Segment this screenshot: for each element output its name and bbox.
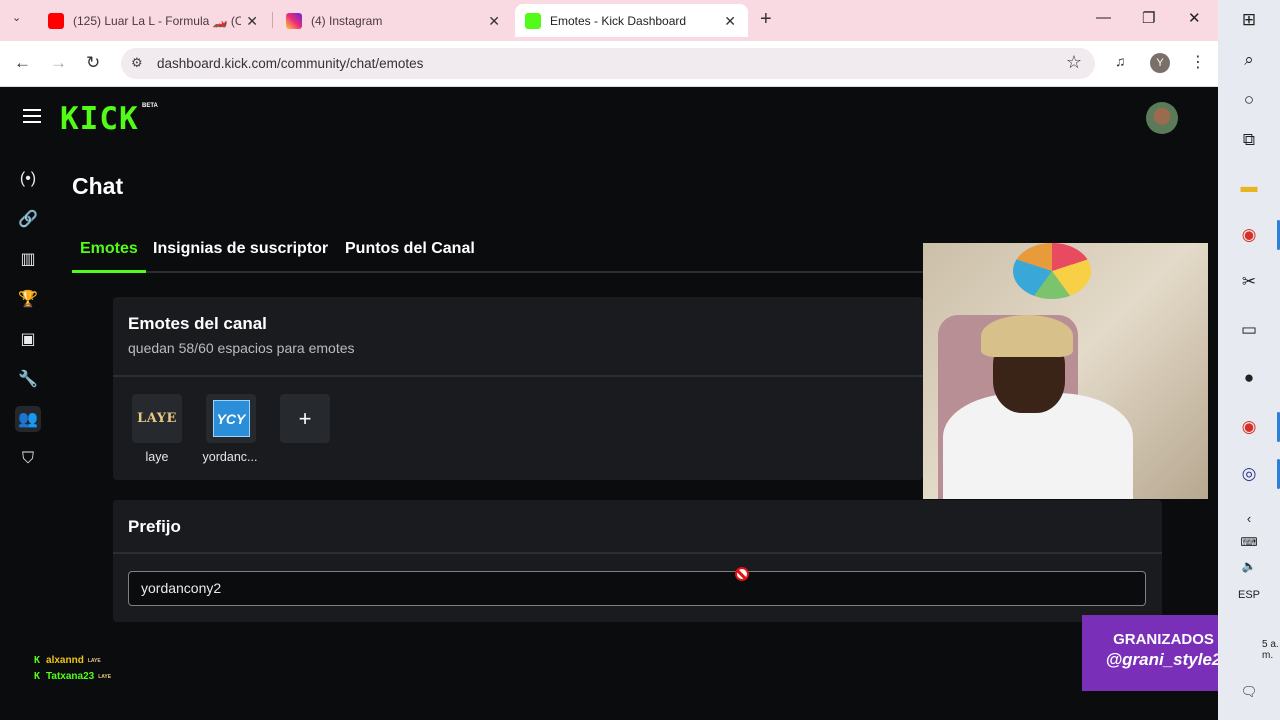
window-app-icon[interactable]: ▭ [1237, 318, 1261, 342]
video-icon[interactable]: ▣ [15, 326, 41, 352]
new-tab-button[interactable]: + [760, 8, 772, 31]
chrome-profile-icon[interactable]: ◉ [1237, 415, 1261, 439]
tab-title: Emotes - Kick Dashboard [550, 13, 687, 28]
notifications-icon[interactable]: 🗨 [1237, 680, 1261, 704]
browser-menu-icon[interactable]: ⋮ [1190, 52, 1206, 72]
chat-badge: LAYE [87, 657, 101, 664]
person-cap [981, 315, 1073, 357]
kick-favicon-icon [525, 12, 541, 29]
active-tab-indicator [72, 270, 146, 273]
tab-channel-points[interactable]: Puntos del Canal [345, 240, 475, 258]
close-window-button[interactable]: ✕ [1188, 9, 1201, 27]
prize-wheel [1013, 243, 1091, 299]
moderation-icon[interactable]: ⛉ [15, 446, 41, 472]
emotes-card-title: Emotes del canal [128, 314, 267, 333]
community-icon[interactable]: 👥 [15, 406, 41, 432]
chevron-left-icon[interactable]: ‹ [1237, 506, 1261, 530]
close-tab-icon[interactable]: ✕ [724, 13, 736, 30]
prefix-title: Prefijo [128, 517, 181, 536]
channel-emotes-card: Emotes del canal quedan 58/60 espacios p… [113, 297, 923, 480]
prefix-input[interactable]: yordancony2 [128, 571, 1146, 606]
chat-message: K Tatxana23 LAYE [34, 671, 111, 682]
not-allowed-cursor-icon [735, 567, 749, 581]
back-button[interactable]: ← [14, 53, 31, 73]
card-divider [113, 375, 923, 377]
clock[interactable]: 5 a. m. [1262, 639, 1280, 661]
app-circle-icon[interactable]: ◎ [1237, 462, 1261, 486]
tab-instagram[interactable]: (4) Instagram ✕ [276, 4, 512, 37]
tab-youtube[interactable]: (125) Luar La L - Formula 🏎️ (C ✕ [38, 4, 270, 37]
plus-icon: + [298, 405, 312, 431]
tab-title: (125) Luar La L - Formula 🏎️ (C [73, 13, 241, 28]
search-icon[interactable]: ⌕ [1237, 48, 1261, 72]
tab-kick-dashboard[interactable]: Emotes - Kick Dashboard ✕ [515, 4, 748, 37]
tab-subscriber-badges[interactable]: Insignias de suscriptor [153, 240, 328, 258]
add-emote-button[interactable]: + [280, 394, 330, 443]
close-tab-icon[interactable]: ✕ [246, 13, 258, 30]
card-divider [113, 552, 1162, 554]
cortana-icon[interactable]: ○ [1237, 88, 1261, 112]
profile-avatar[interactable]: Y [1150, 53, 1170, 73]
browser-tab-strip: ⌄ (125) Luar La L - Formula 🏎️ (C ✕ (4) … [0, 0, 1218, 41]
windows-taskbar: ⊞ ⌕ ○ ⧉ ▬ ◉ ✂ ▭ ● ◉ ◎ ‹ ⌨ 🔈 ESP 5 a. m. … [1218, 0, 1280, 720]
trophy-icon[interactable]: 🏆 [15, 286, 41, 312]
language-indicator[interactable]: ESP [1238, 589, 1260, 601]
chrome-icon[interactable]: ◉ [1237, 223, 1261, 247]
kick-icon: K [34, 671, 41, 682]
tab-separator [272, 12, 273, 28]
emote-laye-tile[interactable]: LAYE [132, 394, 182, 443]
url-text[interactable]: dashboard.kick.com/community/chat/emotes [157, 56, 423, 71]
volume-icon[interactable]: 🔈 [1237, 554, 1261, 578]
forward-button[interactable]: → [50, 53, 67, 73]
close-tab-icon[interactable]: ✕ [488, 13, 500, 30]
emote-name: laye [145, 450, 169, 464]
obs-icon[interactable]: ● [1237, 366, 1261, 390]
task-view-icon[interactable]: ⧉ [1237, 128, 1261, 152]
restore-button[interactable]: ❐ [1142, 9, 1155, 27]
hamburger-menu-icon[interactable] [23, 109, 41, 123]
chat-message: K alxannd LAYE [34, 655, 101, 666]
media-control-icon[interactable]: ♫ [1115, 53, 1126, 69]
wrench-icon[interactable]: 🔧 [15, 366, 41, 392]
windows-start-icon[interactable]: ⊞ [1237, 8, 1261, 32]
tabs-divider [72, 271, 923, 273]
tab-list-chevron-down-icon[interactable]: ⌄ [12, 11, 21, 24]
kick-logo[interactable]: KICK [60, 101, 139, 137]
tab-title: (4) Instagram [311, 13, 383, 28]
bookmark-star-icon[interactable]: ☆ [1066, 52, 1082, 73]
beta-badge: BETA [142, 103, 158, 109]
live-icon[interactable]: (•) [15, 166, 41, 192]
youtube-icon [48, 12, 64, 29]
instagram-icon [286, 12, 302, 29]
webcam-overlay [923, 243, 1208, 499]
address-bar[interactable]: ⚙ dashboard.kick.com/community/chat/emot… [121, 48, 1095, 79]
prefix-card: Prefijo yordancony2 [113, 500, 1162, 622]
kick-icon: K [34, 655, 41, 666]
network-icon[interactable]: ⌨ [1237, 530, 1261, 554]
site-info-icon[interactable]: ⚙ [131, 55, 143, 71]
user-avatar[interactable] [1146, 102, 1178, 134]
emotes-slots-remaining: quedan 58/60 espacios para emotes [128, 340, 355, 356]
analytics-icon[interactable]: ▥ [15, 246, 41, 272]
capcut-icon[interactable]: ✂ [1237, 270, 1261, 294]
reload-button[interactable]: ↻ [86, 53, 100, 73]
minimize-button[interactable]: — [1096, 9, 1111, 26]
browser-toolbar: ← → ↻ ⚙ dashboard.kick.com/community/cha… [0, 41, 1218, 87]
tab-emotes[interactable]: Emotes [80, 240, 138, 258]
chat-username: Tatxana23 [46, 671, 95, 682]
emote-ycy-image: YCY [212, 400, 250, 437]
file-explorer-icon[interactable]: ▬ [1237, 175, 1261, 199]
link-icon[interactable]: 🔗 [15, 206, 41, 232]
chat-username: alxannd [46, 655, 84, 666]
emote-laye-image: LAYE [137, 411, 177, 426]
page-title: Chat [72, 173, 124, 199]
chat-badge: LAYE [98, 673, 112, 680]
emote-name: yordanc... [202, 450, 258, 464]
emote-yordanc-tile[interactable]: YCY [206, 394, 256, 443]
